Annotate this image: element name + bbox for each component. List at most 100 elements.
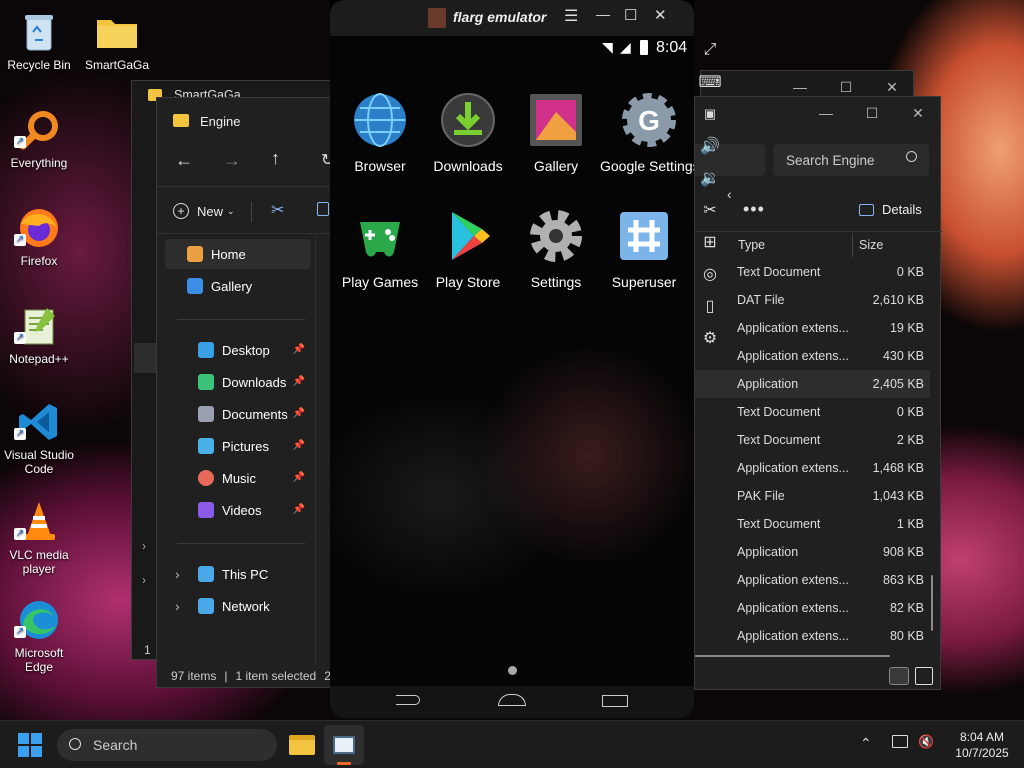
nav-music[interactable]: Music 📌 [165, 463, 311, 493]
horizontal-scrollbar[interactable] [695, 655, 890, 657]
chevron-right-icon[interactable]: › [175, 598, 180, 614]
pin-icon[interactable]: 📌 [293, 504, 305, 515]
nav-pictures[interactable]: Pictures 📌 [165, 431, 311, 461]
apk-install-icon[interactable]: ▣ [695, 102, 725, 126]
app-play-store[interactable]: Play Store [424, 208, 512, 290]
android-screen[interactable]: ◥ ◢ 8:04 Browser Downloads Gallery G Goo… [330, 36, 694, 686]
column-header-size[interactable]: Size [859, 238, 883, 252]
multi-instance-icon[interactable]: ⊞ [695, 230, 725, 254]
table-row[interactable]: Text Document 2 KB [695, 426, 930, 454]
taskbar-file-explorer[interactable] [284, 727, 320, 763]
app-settings[interactable]: Settings [512, 208, 600, 290]
scissors-icon[interactable]: ✂ [695, 198, 725, 222]
chevron-right-icon[interactable]: › [142, 573, 146, 587]
pin-icon[interactable]: 📌 [293, 408, 305, 419]
app-google-settings[interactable]: G Google Settings [600, 92, 694, 174]
table-row[interactable]: PAK File 1,043 KB [695, 482, 930, 510]
chevron-right-icon[interactable]: › [175, 566, 180, 582]
show-hidden-icons-chevron[interactable]: ⌃ [860, 735, 872, 752]
nav-home-icon[interactable] [498, 694, 526, 706]
fullscreen-icon[interactable]: ⤢ [695, 38, 725, 62]
nav-videos[interactable]: Videos 📌 [165, 495, 311, 525]
network-status-icon[interactable] [892, 735, 908, 748]
volume-muted-icon[interactable]: 🔇 [918, 734, 934, 750]
table-row[interactable]: Application extens... 80 KB [695, 622, 930, 650]
search-input[interactable]: Search Engine [786, 153, 875, 168]
table-row[interactable]: Text Document 1 KB [695, 510, 930, 538]
close-icon[interactable]: ✕ [654, 6, 667, 24]
taskbar-search-box[interactable]: Search [57, 729, 277, 761]
forward-arrow-icon[interactable]: → [223, 150, 241, 171]
desktop-icon-firefox[interactable]: ↗ Firefox [0, 204, 78, 268]
maximize-icon[interactable]: ☐ [624, 6, 637, 24]
desktop-icon-smartgaga[interactable]: SmartGaGa [78, 8, 156, 72]
nav-downloads[interactable]: Downloads 📌 [165, 367, 311, 397]
menu-icon[interactable]: ☰ [564, 6, 578, 26]
table-row[interactable]: Application extens... 1,468 KB [695, 454, 930, 482]
pin-icon[interactable]: 📌 [293, 472, 305, 483]
engine-explorer-window[interactable]: Engine ← → ↑ ↻ + New ⌄ ✂ Home Gallery De… [156, 97, 357, 688]
desktop-icon-vlc[interactable]: ↗ VLC media player [0, 498, 78, 576]
search-box[interactable]: Search Engine [773, 144, 929, 176]
sidebar-scrollbar[interactable] [315, 234, 316, 664]
start-button[interactable] [18, 733, 42, 757]
table-row[interactable]: DAT File 2,610 KB [695, 286, 930, 314]
nav-recents-icon[interactable] [602, 695, 628, 707]
app-gallery[interactable]: Gallery [512, 92, 600, 174]
nav-gallery[interactable]: Gallery [165, 271, 311, 301]
minimize-icon[interactable]: — [596, 6, 610, 22]
close-icon[interactable]: ✕ [895, 97, 941, 129]
volume-down-icon[interactable]: 🔉 [695, 166, 725, 190]
settings-icon[interactable]: ⚙ [695, 326, 725, 350]
app-downloads[interactable]: Downloads [424, 92, 512, 174]
table-row[interactable]: Application 908 KB [695, 538, 930, 566]
maximize-icon[interactable]: ☐ [849, 97, 895, 129]
volume-up-icon[interactable]: 🔊 [695, 134, 725, 158]
emulator-titlebar[interactable]: flarg emulator ☰ — ☐ ✕ [330, 0, 694, 36]
table-row[interactable]: Application extens... 19 KB [695, 314, 930, 342]
desktop-icon-notepadpp[interactable]: ↗ Notepad++ [0, 302, 78, 366]
copy-icon[interactable] [317, 202, 329, 216]
nav-home[interactable]: Home [165, 239, 311, 269]
table-row[interactable]: Text Document 0 KB [695, 258, 930, 286]
new-button[interactable]: + New ⌄ [173, 200, 235, 222]
desktop-icon-everything[interactable]: ↗ Everything [0, 106, 78, 170]
location-icon[interactable]: ◎ [695, 262, 725, 286]
clock[interactable]: 8:04 AM 10/7/2025 [946, 729, 1018, 761]
details-pane-button[interactable]: Details [859, 202, 922, 217]
emulator-window[interactable]: flarg emulator ☰ — ☐ ✕ ◥ ◢ 8:04 Browser … [330, 0, 694, 718]
nav-network[interactable]: › Network [165, 591, 311, 621]
desktop-icon-vscode[interactable]: ↗ Visual Studio Code [0, 398, 78, 476]
app-browser[interactable]: Browser [336, 92, 424, 174]
app-play-games[interactable]: Play Games [336, 208, 424, 290]
back-arrow-icon[interactable]: ← [175, 150, 193, 171]
nav-documents[interactable]: Documents 📌 [165, 399, 311, 429]
nav-desktop[interactable]: Desktop 📌 [165, 335, 311, 365]
taskbar-emulator[interactable] [324, 725, 364, 765]
table-row-selected[interactable]: Application 2,405 KB [695, 370, 930, 398]
tiles-view-icon[interactable] [915, 667, 933, 685]
cut-scissors-icon[interactable]: ✂ [271, 200, 284, 220]
table-row[interactable]: Application extens... 82 KB [695, 594, 930, 622]
pin-icon[interactable]: 📌 [293, 440, 305, 451]
app-superuser[interactable]: Superuser [600, 208, 688, 290]
minimize-icon[interactable]: — [803, 97, 849, 129]
details-view-icon[interactable] [889, 667, 909, 685]
keyboard-icon[interactable]: ⌨ [695, 70, 725, 94]
table-row[interactable]: Application extens... 863 KB [695, 566, 930, 594]
collapse-chevron-icon[interactable]: ‹ [727, 186, 732, 202]
nav-back-icon[interactable] [396, 695, 420, 705]
up-arrow-icon[interactable]: ↑ [271, 148, 280, 169]
chevron-right-icon[interactable]: › [142, 539, 146, 553]
table-row[interactable]: Application extens... 430 KB [695, 342, 930, 370]
pin-icon[interactable]: 📌 [293, 344, 305, 355]
nav-this-pc[interactable]: › This PC [165, 559, 311, 589]
desktop-icon-edge[interactable]: ↗ Microsoft Edge [0, 596, 78, 674]
table-row[interactable]: Text Document 0 KB [695, 398, 930, 426]
vertical-scrollbar[interactable] [931, 575, 933, 631]
more-options-icon[interactable]: ••• [743, 199, 765, 220]
pin-icon[interactable]: 📌 [293, 376, 305, 387]
shake-icon[interactable]: ▯ [695, 294, 725, 318]
desktop-icon-recycle-bin[interactable]: Recycle Bin [0, 8, 78, 72]
column-header-type[interactable]: Type [738, 238, 765, 252]
